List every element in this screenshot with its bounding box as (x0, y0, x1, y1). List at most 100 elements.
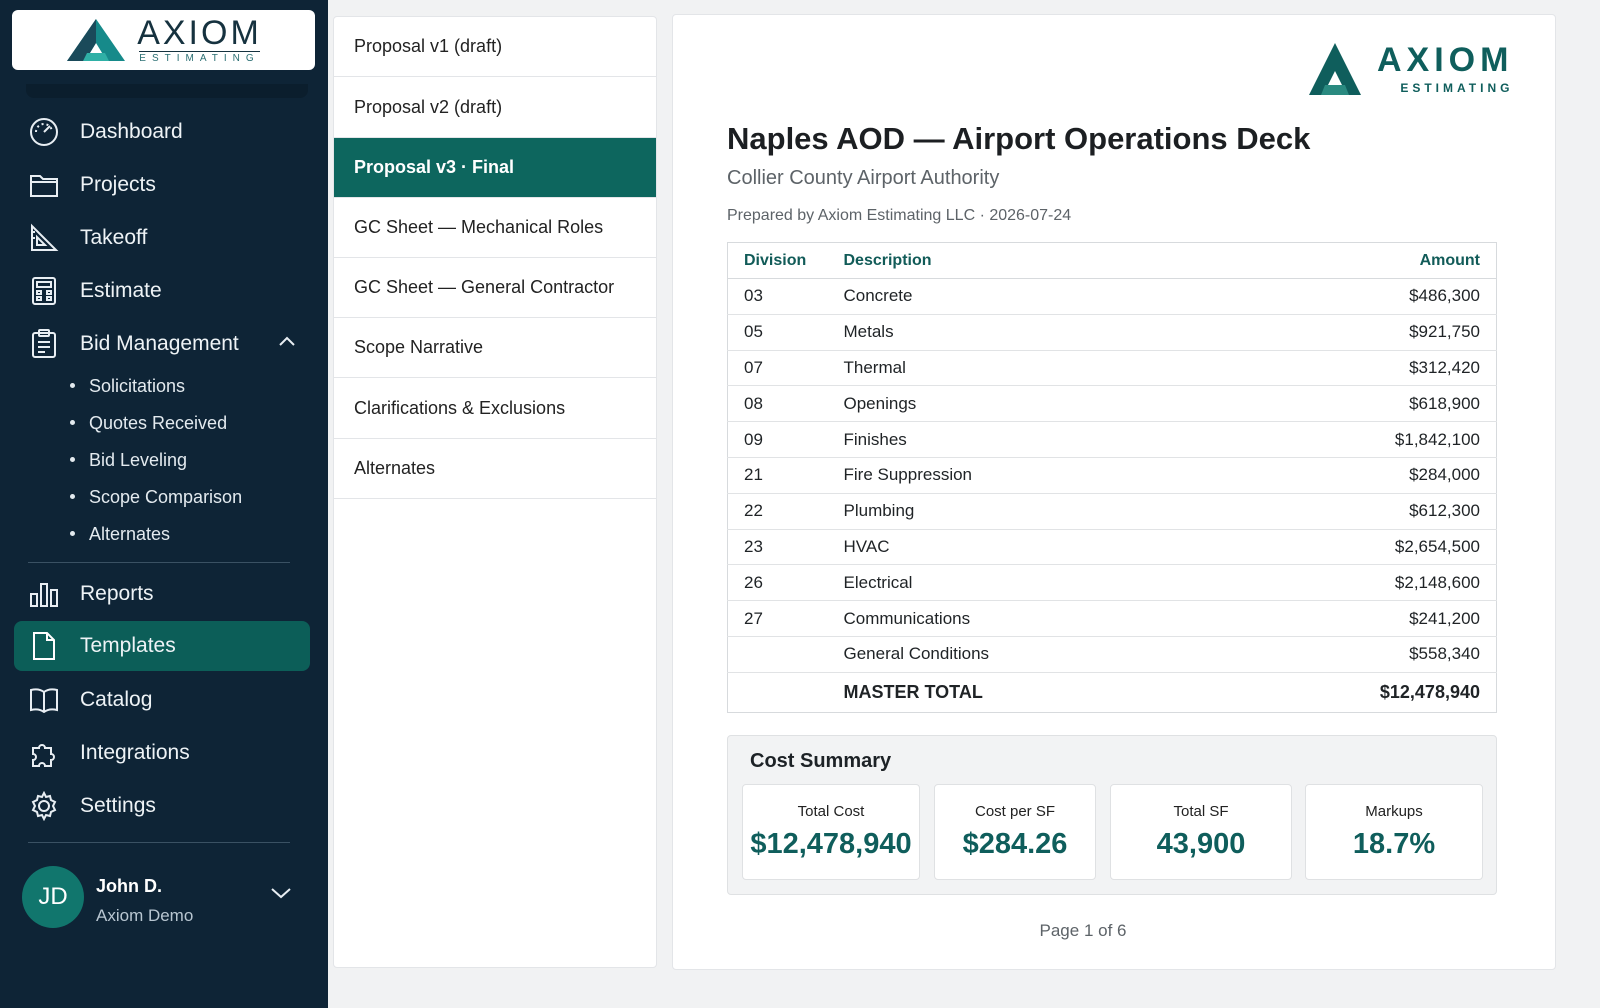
document-icon (28, 631, 60, 661)
description-cell: Concrete (843, 278, 1207, 315)
brand-tagline: ESTIMATING (139, 51, 260, 64)
page-indicator: Page 1 of 6 (1039, 921, 1127, 940)
template-item[interactable]: Clarifications & Exclusions (334, 379, 656, 439)
template-list: Proposal v1 (draft) Proposal v2 (draft) … (333, 16, 657, 968)
bullet-dot (70, 382, 75, 388)
brand-logo[interactable]: AXIOM ESTIMATING (12, 10, 315, 70)
description-cell: Finishes (843, 421, 1207, 458)
template-item[interactable]: Proposal v1 (draft) (334, 17, 656, 77)
division-cell: 21 (727, 457, 844, 494)
nav-label: Catalog (80, 688, 153, 711)
template-item[interactable]: GC Sheet — Mechanical Roles (334, 198, 656, 258)
nav-label: Projects (80, 173, 156, 196)
card-value: $12,478,940 (750, 828, 912, 860)
proposal-title: Naples AOD — Airport Operations Deck (727, 121, 1311, 156)
nav-reports[interactable]: Reports (14, 569, 310, 619)
book-icon (28, 685, 60, 715)
amount-cell: $1,842,100 (1206, 421, 1497, 458)
table-row: 21 Fire Suppression $284,000 (727, 457, 1497, 494)
chevron-up-icon[interactable] (278, 334, 296, 352)
subnav-label: Scope Comparison (89, 487, 243, 507)
table-row: 08 Openings $618,900 (727, 385, 1497, 423)
description-cell: General Conditions (843, 636, 1207, 673)
preview-logo: AXIOM ESTIMATING (1307, 41, 1513, 97)
division-cell: 26 (727, 564, 844, 602)
subnav-alternates[interactable]: Alternates (70, 524, 170, 545)
amount-cell: $921,750 (1206, 314, 1497, 351)
division-cell: 22 (727, 493, 844, 530)
subnav-scope-comparison[interactable]: Scope Comparison (70, 487, 242, 508)
bullet-dot (70, 456, 75, 462)
nav-label: Templates (80, 634, 176, 657)
amount-cell: $2,148,600 (1206, 564, 1497, 602)
division-cell: 03 (727, 278, 844, 315)
nav-label: Integrations (80, 741, 190, 764)
total-label: MASTER TOTAL (843, 681, 983, 702)
nav-integrations[interactable]: Integrations (14, 728, 310, 778)
user-menu[interactable]: JD John D. Axiom Demo (22, 866, 302, 930)
preview-brand-name: AXIOM (1377, 41, 1514, 79)
clipboard-icon (28, 329, 60, 359)
dashboard-gauge-icon (28, 117, 60, 147)
bar-chart-icon (28, 579, 60, 609)
table-row: 23 HVAC $2,654,500 (727, 529, 1497, 566)
subnav-bid-leveling[interactable]: Bid Leveling (70, 450, 187, 471)
nav-templates[interactable]: Templates (14, 621, 310, 671)
sidebar-divider (28, 562, 290, 563)
description-cell: Fire Suppression (843, 457, 1207, 494)
nav-label: Estimate (80, 279, 162, 302)
cost-summary-title: Cost Summary (750, 750, 892, 772)
amount-cell: $284,000 (1206, 457, 1497, 494)
description-cell: Electrical (843, 564, 1207, 602)
nav-settings[interactable]: Settings (14, 781, 310, 831)
description-cell: Openings (843, 385, 1207, 423)
nav-label: Bid Management (80, 332, 239, 355)
table-row: 03 Concrete $486,300 (727, 278, 1497, 315)
gear-icon (28, 791, 60, 821)
subnav-quotes-received[interactable]: Quotes Received (70, 413, 227, 434)
card-label: Total SF (1173, 803, 1229, 820)
template-item[interactable]: Alternates (334, 439, 656, 499)
division-cell: 07 (727, 350, 844, 387)
nav-catalog[interactable]: Catalog (14, 675, 310, 725)
amount-cell: $618,900 (1206, 385, 1497, 423)
nav-projects[interactable]: Projects (14, 160, 310, 210)
nav-label: Takeoff (80, 226, 148, 249)
folder-icon (28, 170, 60, 200)
amount-cell: $558,340 (1206, 636, 1497, 673)
amount-cell: $241,200 (1206, 600, 1497, 637)
description-cell: Thermal (843, 350, 1207, 387)
table-header-row: Division Description Amount (727, 242, 1497, 279)
table-row: 09 Finishes $1,842,100 (727, 421, 1497, 458)
template-item[interactable]: Scope Narrative (334, 318, 656, 378)
brand-name: AXIOM (137, 14, 262, 52)
total-row: MASTER TOTAL $12,478,940 (728, 672, 1497, 712)
subnav-solicitations[interactable]: Solicitations (70, 376, 185, 397)
user-org: Axiom Demo (96, 906, 194, 925)
summary-card-cost-per-sf: Cost per SF $284.26 (934, 784, 1096, 880)
template-item[interactable]: Proposal v2 (draft) (334, 78, 656, 138)
chevron-down-icon[interactable] (270, 886, 292, 905)
summary-card-total-sf: Total SF 43,900 (1110, 784, 1292, 880)
description-cell: HVAC (843, 529, 1207, 566)
nav-dashboard[interactable]: Dashboard (14, 107, 310, 157)
nav-label: Settings (80, 794, 156, 817)
description-cell: Communications (843, 600, 1207, 637)
summary-card-total-cost: Total Cost $12,478,940 (742, 784, 920, 880)
subnav-label: Bid Leveling (89, 450, 188, 470)
nav-bid-management[interactable]: Bid Management (14, 319, 310, 369)
col-division: Division (727, 242, 844, 279)
col-description: Description (843, 242, 1207, 279)
table-row: General Conditions $558,340 (727, 636, 1497, 673)
nav-takeoff[interactable]: Takeoff (14, 213, 310, 263)
table-row: 26 Electrical $2,148,600 (727, 564, 1497, 602)
card-value: $284.26 (962, 828, 1068, 860)
template-item-selected[interactable]: Proposal v3 · Final (334, 138, 656, 198)
ruler-triangle-icon (28, 223, 60, 253)
puzzle-icon (28, 738, 60, 768)
bullet-dot (70, 419, 75, 425)
description-cell: Metals (843, 314, 1207, 351)
template-item[interactable]: GC Sheet — General Contractor (334, 258, 656, 318)
logo-shadow (26, 84, 308, 98)
nav-estimate[interactable]: Estimate (14, 266, 310, 316)
